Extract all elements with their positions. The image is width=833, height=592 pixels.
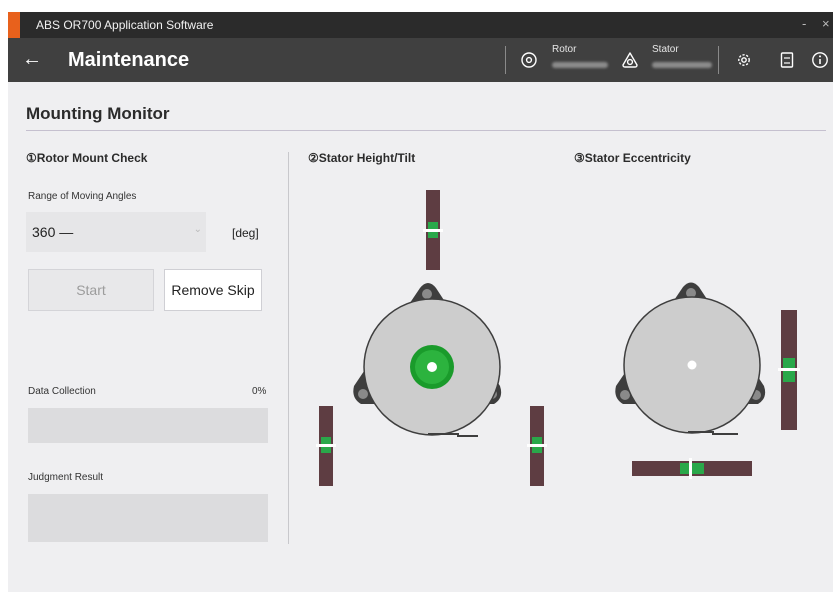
gauge-indicator: [321, 437, 331, 453]
gauge-indicator: [428, 222, 438, 238]
target-center: [427, 362, 437, 372]
gauge-indicator: [783, 358, 795, 382]
disk-center: [687, 360, 697, 370]
column-divider: [288, 152, 289, 544]
chevron-down-icon: ⌄: [193, 224, 202, 235]
app-title: ABS OR700 Application Software: [36, 18, 214, 32]
title-bar: ABS OR700 Application Software - ×: [8, 12, 833, 38]
section-title: Mounting Monitor: [26, 104, 170, 123]
gauge-indicator: [680, 463, 704, 474]
rotor-value: [552, 62, 608, 68]
header-bar: ← Maintenance Rotor Stator: [8, 38, 833, 82]
app-window: ABS OR700 Application Software - × ← Mai…: [8, 12, 833, 592]
target-indicator: [410, 345, 454, 389]
range-select[interactable]: 360 — ⌄: [26, 212, 206, 252]
eccentricity-gauge-vertical: [781, 310, 797, 430]
judgment-label: Judgment Result: [28, 472, 104, 483]
stator-bolt: [686, 288, 696, 298]
stator-bolt: [358, 389, 368, 399]
data-collection-label: Data Collection: [28, 386, 96, 397]
judgment-result-box: [28, 494, 268, 542]
gauge-zero-mark: [527, 444, 547, 447]
header-divider: [718, 46, 719, 74]
gear-icon[interactable]: [735, 51, 753, 69]
stator-cable: [688, 431, 738, 435]
stator-bolt: [422, 289, 432, 299]
manual-icon[interactable]: [778, 51, 796, 69]
stator-triangle-base: [615, 282, 766, 404]
stator-bolt: [620, 390, 630, 400]
app-accent-mark: [8, 12, 20, 38]
height-gauge-left: [319, 406, 333, 486]
gauge-zero-mark: [316, 444, 336, 447]
minimize-button[interactable]: -: [802, 16, 806, 31]
stator-label: Stator: [652, 44, 679, 55]
data-collection-progress: [28, 408, 268, 443]
stator-bolt: [487, 389, 497, 399]
gauge-indicator: [532, 437, 542, 453]
height-tilt-diagram: [316, 190, 547, 486]
header-divider: [505, 46, 506, 74]
stator-triangle-base: [353, 283, 502, 404]
rotor-label: Rotor: [552, 44, 577, 55]
close-button[interactable]: ×: [822, 16, 830, 31]
rotor-disk: [363, 298, 501, 436]
info-icon[interactable]: [811, 51, 829, 69]
stator-bolt: [751, 390, 761, 400]
start-button[interactable]: Start: [28, 269, 154, 311]
data-collection-percent: 0%: [252, 386, 267, 397]
section-divider: [26, 130, 826, 131]
target-indicator: [415, 350, 449, 384]
height-gauge-top: [426, 190, 440, 270]
stator-cable: [428, 433, 478, 437]
range-unit: [deg]: [232, 226, 259, 240]
range-value: 360 —: [32, 224, 74, 240]
rotor-disk: [623, 296, 761, 434]
gauge-zero-mark: [778, 368, 800, 371]
eccentricity-diagram: [615, 282, 800, 479]
height-gauge-right: [530, 406, 544, 486]
arrow-left-icon[interactable]: ←: [22, 48, 42, 71]
stator-value: [652, 62, 712, 68]
gauge-zero-mark: [689, 458, 692, 479]
remove-skip-button[interactable]: Remove Skip: [164, 269, 262, 311]
rotor-mount-title: ①Rotor Mount Check: [26, 151, 148, 165]
rotor-icon: [521, 52, 537, 68]
eccentricity-gauge-horizontal: [632, 461, 752, 476]
stator-icon: [622, 52, 638, 68]
page-title: Maintenance: [68, 49, 190, 71]
range-label: Range of Moving Angles: [28, 191, 137, 202]
stator-height-tilt-title: ②Stator Height/Tilt: [308, 151, 416, 165]
gauge-zero-mark: [423, 229, 443, 232]
stator-eccentricity-title: ③Stator Eccentricity: [574, 151, 691, 165]
